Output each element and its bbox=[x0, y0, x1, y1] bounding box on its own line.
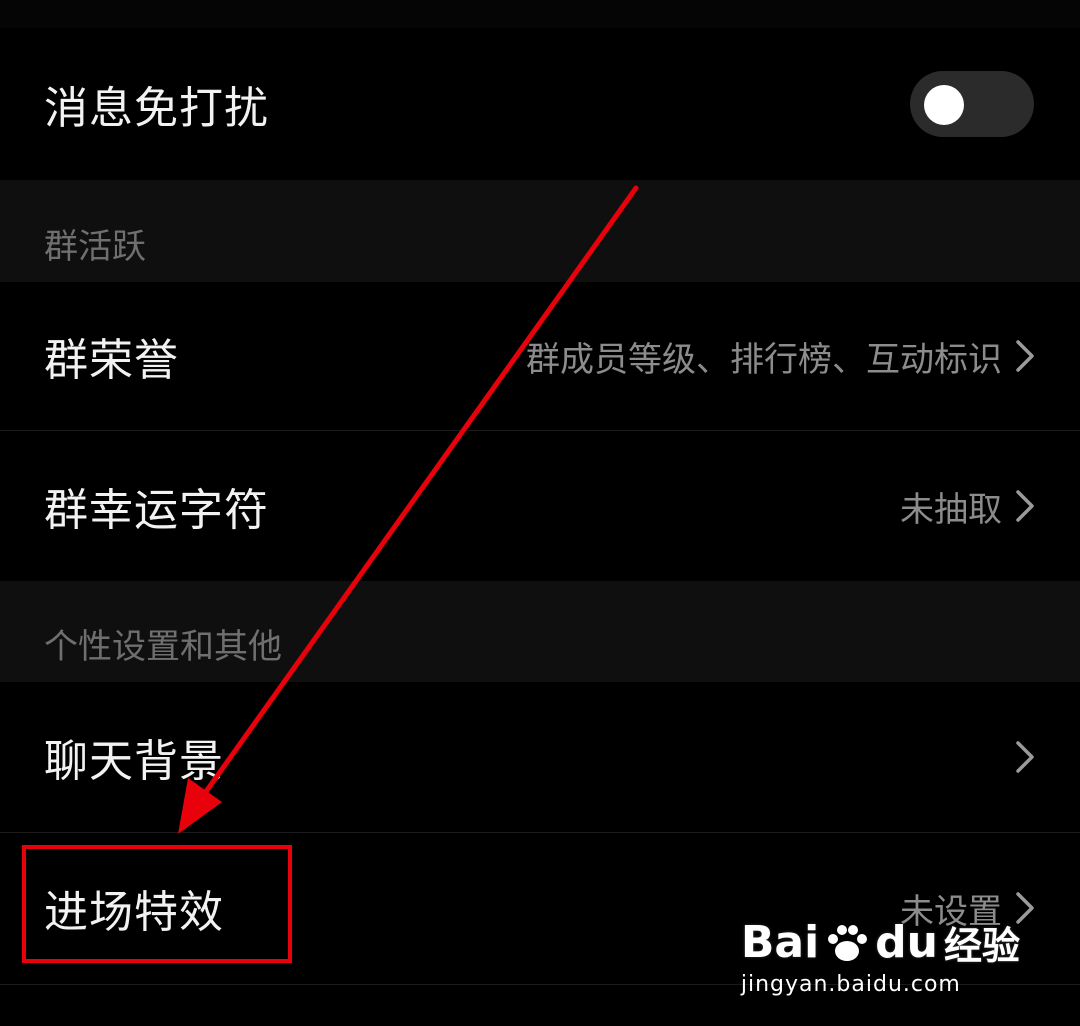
honor-row[interactable]: 群荣誉 群成员等级、排行榜、互动标识 bbox=[0, 282, 1080, 430]
section-personal-title: 个性设置和其他 bbox=[44, 627, 282, 667]
chevron-right-icon bbox=[1016, 741, 1034, 773]
lucky-row[interactable]: 群幸运字符 未抽取 bbox=[0, 431, 1080, 581]
group-settings-screen: 消息免打扰 群活跃 群荣誉 群成员等级、排行榜、互动标识 群幸运字符 未抽取 个… bbox=[0, 0, 1080, 1026]
dnd-toggle[interactable] bbox=[910, 71, 1034, 137]
highlight-box bbox=[22, 845, 292, 963]
top-edge bbox=[0, 0, 1080, 28]
paw-icon bbox=[828, 924, 868, 961]
section-activity: 群活跃 bbox=[0, 180, 1080, 282]
section-activity-title: 群活跃 bbox=[44, 227, 146, 267]
background-row[interactable]: 聊天背景 bbox=[0, 682, 1080, 832]
lucky-value: 未抽取 bbox=[900, 489, 1002, 530]
watermark-brand-left: Bai bbox=[740, 917, 820, 968]
baidu-watermark: Bai du 经验 jingyan.baidu.com bbox=[741, 915, 1020, 997]
toggle-knob bbox=[924, 85, 964, 125]
watermark-url: jingyan.baidu.com bbox=[740, 972, 961, 997]
watermark-suffix: 经验 bbox=[943, 924, 1020, 968]
background-label: 聊天背景 bbox=[44, 736, 224, 787]
dnd-label: 消息免打扰 bbox=[44, 83, 269, 134]
honor-label: 群荣誉 bbox=[44, 335, 179, 386]
lucky-label: 群幸运字符 bbox=[44, 485, 269, 536]
chevron-right-icon bbox=[1016, 490, 1034, 522]
dnd-row[interactable]: 消息免打扰 bbox=[0, 28, 1080, 180]
honor-value: 群成员等级、排行榜、互动标识 bbox=[526, 339, 1002, 380]
section-personal: 个性设置和其他 bbox=[0, 581, 1080, 682]
chevron-right-icon bbox=[1016, 340, 1034, 372]
watermark-brand-right: du bbox=[875, 917, 938, 968]
